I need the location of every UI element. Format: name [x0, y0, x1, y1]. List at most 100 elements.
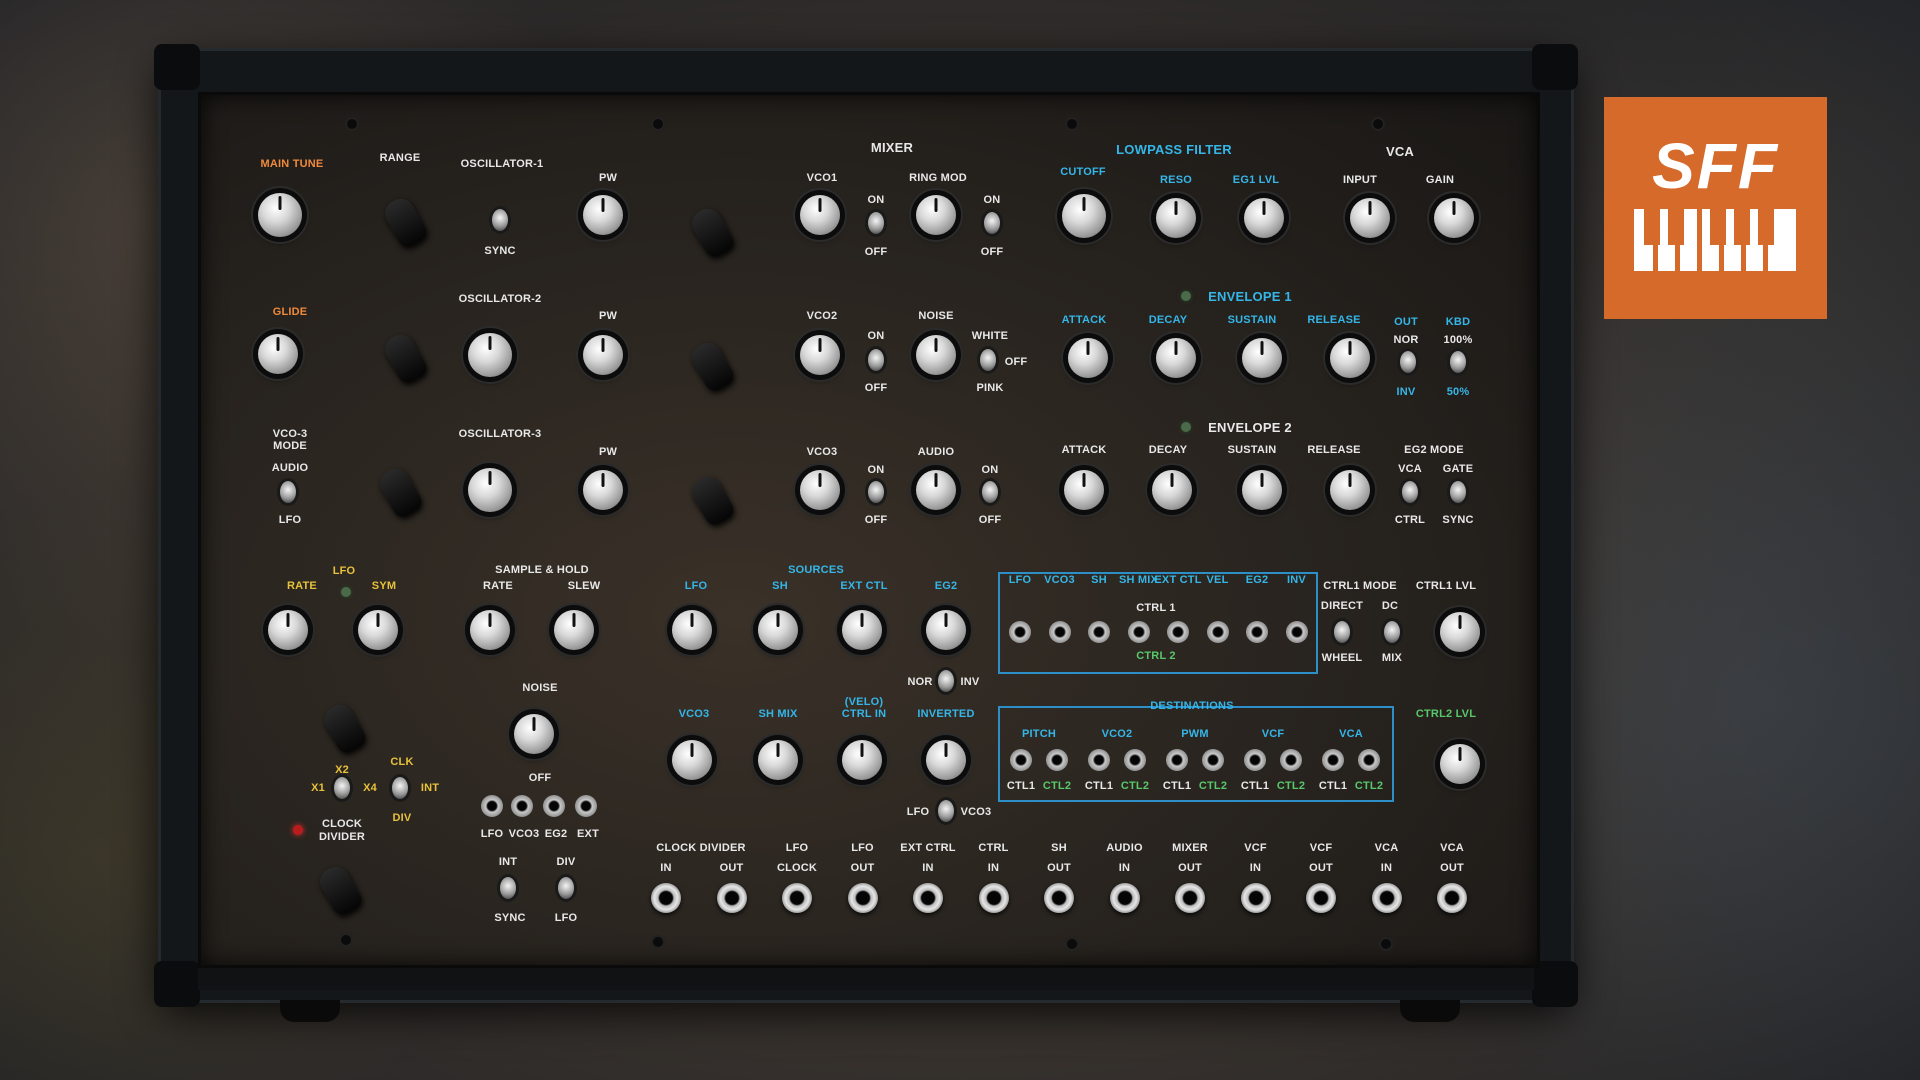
ctrl1-dc-mix-switch[interactable]	[1384, 621, 1400, 643]
lfo-sym-knob[interactable]	[358, 610, 398, 650]
env2-release-knob[interactable]	[1330, 470, 1370, 510]
vco1-mix-knob[interactable]	[800, 195, 840, 235]
env1-out-switch[interactable]	[1400, 351, 1416, 373]
cutoff-knob[interactable]	[1062, 194, 1106, 238]
vco3-on-off-switch[interactable]	[868, 481, 884, 503]
destination-ctl1-selector[interactable]	[1010, 749, 1032, 771]
main-tune-knob[interactable]	[258, 193, 302, 237]
sh-noise-knob[interactable]	[514, 714, 554, 754]
pw2-knob[interactable]	[583, 335, 623, 375]
destination-ctl2-selector[interactable]	[1124, 749, 1146, 771]
vco3-mode-switch[interactable]	[280, 481, 296, 503]
vco2-mix-knob[interactable]	[800, 335, 840, 375]
sh-src-eg2-button[interactable]	[543, 795, 565, 817]
vco2-on-off-switch[interactable]	[868, 349, 884, 371]
patch-jack[interactable]	[913, 883, 943, 913]
reso-knob[interactable]	[1156, 198, 1196, 238]
vca-input-knob[interactable]	[1350, 198, 1390, 238]
lfo-clk-switch[interactable]	[392, 777, 408, 799]
ctrl-source-selector[interactable]	[1088, 621, 1110, 643]
src-inverted-knob[interactable]	[926, 740, 966, 780]
sh-div-lfo-switch[interactable]	[558, 877, 574, 899]
sh-src-lfo-button[interactable]	[481, 795, 503, 817]
vca-gain-knob[interactable]	[1434, 198, 1474, 238]
patch-jack[interactable]	[1371, 883, 1402, 913]
vco2-off-label: OFF	[864, 382, 888, 394]
eg1-lvl-knob[interactable]	[1244, 198, 1284, 238]
audio-on-off-switch[interactable]	[982, 481, 998, 503]
noise-color-switch[interactable]	[980, 349, 996, 371]
ctrl1-direct-wheel-switch[interactable]	[1334, 621, 1350, 643]
src-sh-mix-knob[interactable]	[758, 740, 798, 780]
ctrl2-lvl-knob[interactable]	[1440, 744, 1480, 784]
patch-jack[interactable]	[1240, 883, 1271, 913]
src-eg2-knob[interactable]	[926, 610, 966, 650]
env2-sustain-knob[interactable]	[1242, 470, 1282, 510]
destination-ctl2-selector[interactable]	[1202, 749, 1224, 771]
patch-jack[interactable]	[1109, 883, 1140, 913]
src-velo-knob[interactable]	[842, 740, 882, 780]
audio-in-mix-knob[interactable]	[916, 470, 956, 510]
ring-mod-knob[interactable]	[916, 195, 956, 235]
src-inverted-lfo-vco3-switch[interactable]	[938, 800, 954, 822]
vco1-on-off-switch[interactable]	[868, 212, 884, 234]
patch-jack[interactable]	[1306, 883, 1336, 913]
destination-ctl2-selector[interactable]	[1358, 749, 1380, 771]
ctrl-source-selector[interactable]	[1285, 621, 1308, 643]
pw3-knob[interactable]	[583, 470, 623, 510]
patch-jack[interactable]	[716, 883, 747, 913]
patch-jack[interactable]	[978, 883, 1009, 913]
destination-ctl1-selector[interactable]	[1322, 749, 1344, 771]
eg2-vca-ctrl-switch[interactable]	[1402, 481, 1418, 503]
eg2-gate-sync-switch[interactable]	[1450, 481, 1466, 503]
lfo-multiplier-switch[interactable]	[334, 777, 350, 799]
patch-jack[interactable]	[782, 883, 812, 913]
osc2-tune-knob[interactable]	[468, 333, 512, 377]
src-sh-knob[interactable]	[758, 610, 798, 650]
env2-decay-knob[interactable]	[1152, 470, 1192, 510]
sh-src-ext-button[interactable]	[575, 795, 597, 817]
patch-jack[interactable]	[1175, 883, 1205, 913]
src-lfo-knob[interactable]	[672, 610, 712, 650]
destination-ctl2-selector[interactable]	[1046, 749, 1068, 771]
patch-jack[interactable]	[1044, 883, 1074, 913]
env2-attack-knob[interactable]	[1064, 470, 1104, 510]
env1-attack-knob[interactable]	[1068, 338, 1108, 378]
pw1-knob[interactable]	[583, 195, 623, 235]
ctrl-source-selector[interactable]	[1167, 621, 1189, 643]
ctrl1-lvl-knob[interactable]	[1440, 612, 1480, 652]
ring-mod-on-off-switch[interactable]	[984, 212, 1000, 234]
glide-knob[interactable]	[258, 334, 298, 374]
ctrl-source-selector[interactable]	[1206, 621, 1229, 643]
destination-ctl1-selector[interactable]	[1088, 749, 1110, 771]
ctrl-source-selector[interactable]	[1127, 621, 1150, 643]
destination-ctl1-selector[interactable]	[1166, 749, 1188, 771]
src-ext-ctl-knob[interactable]	[842, 610, 882, 650]
vco3-mix-knob[interactable]	[800, 470, 840, 510]
sh-src-vco3-button[interactable]	[511, 795, 533, 817]
panel-screw	[1067, 119, 1077, 129]
sh-rate-knob[interactable]	[470, 610, 510, 650]
env1-decay-knob[interactable]	[1156, 338, 1196, 378]
ctrl-source-selector[interactable]	[1246, 621, 1268, 643]
destination-ctl2-selector[interactable]	[1280, 749, 1302, 771]
destination-ctl1-selector[interactable]	[1244, 749, 1266, 771]
env1-release-knob[interactable]	[1330, 338, 1370, 378]
sh-slew-knob[interactable]	[554, 610, 594, 650]
ctrl-source-selector[interactable]	[1048, 621, 1071, 643]
sh-int-sync-switch[interactable]	[500, 877, 516, 899]
ctrl-source-selector[interactable]	[1009, 621, 1031, 643]
patch-jack[interactable]	[1437, 883, 1467, 913]
src-eg2-nor-inv-switch[interactable]	[938, 670, 954, 692]
env1-kbd-switch[interactable]	[1450, 351, 1466, 373]
patch-jack[interactable]	[847, 883, 878, 913]
lfo-rate-knob[interactable]	[268, 610, 308, 650]
noise-mix-knob[interactable]	[916, 335, 956, 375]
src-vco3-knob[interactable]	[672, 740, 712, 780]
env1-sustain-knob[interactable]	[1242, 338, 1282, 378]
osc3-tune-knob[interactable]	[468, 468, 512, 512]
audio-on-label: ON	[981, 464, 999, 476]
vco3-mode-label-a: VCO-3	[272, 428, 308, 440]
patch-jack[interactable]	[651, 883, 681, 913]
sync-toggle-switch[interactable]	[492, 209, 508, 231]
